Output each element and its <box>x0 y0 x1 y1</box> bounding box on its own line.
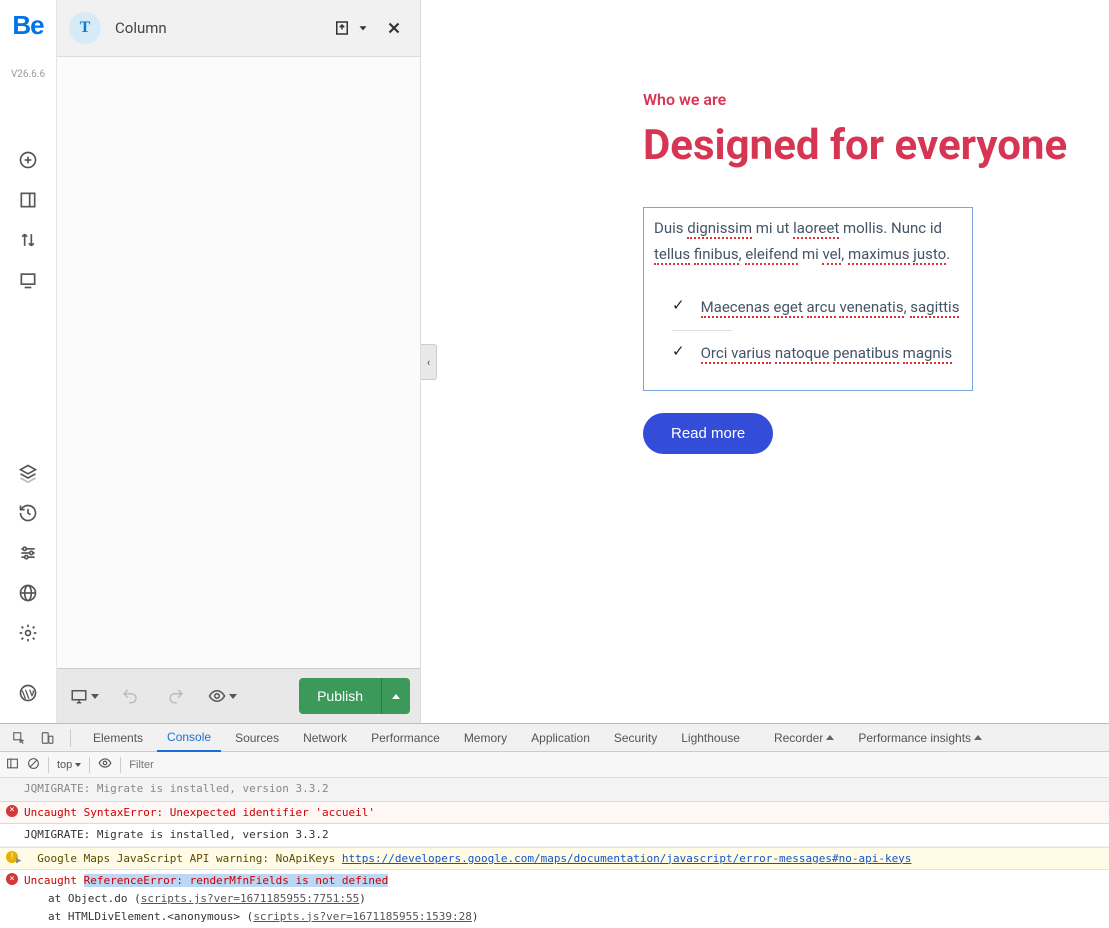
devtools-tab[interactable]: Lighthouse <box>671 725 750 751</box>
add-icon[interactable] <box>8 140 48 180</box>
inspect-icon[interactable] <box>8 731 30 745</box>
gear-icon[interactable] <box>8 613 48 653</box>
page-content: Who we are Designed for everyone Duis di… <box>421 0 1109 484</box>
console-row[interactable]: ×Uncaught ReferenceError: renderMfnField… <box>0 870 1109 928</box>
left-rail: Be V26.6.6 <box>0 0 57 723</box>
sidebar-panel: T Column Publish <box>57 0 421 723</box>
canvas: ‹ Who we are Designed for everyone Duis … <box>421 0 1109 723</box>
devtools-tabs: ElementsConsoleSourcesNetworkPerformance… <box>0 724 1109 752</box>
panel-body <box>57 57 420 668</box>
live-expression-icon[interactable] <box>98 756 112 773</box>
devtools-tab[interactable]: Security <box>604 725 667 751</box>
devtools-tab[interactable]: Recorder <box>764 725 844 751</box>
devtools: ElementsConsoleSourcesNetworkPerformance… <box>0 723 1109 928</box>
console-row[interactable]: JQMIGRATE: Migrate is installed, version… <box>0 778 1109 801</box>
console-row[interactable]: JQMIGRATE: Migrate is installed, version… <box>0 824 1109 847</box>
clear-console-icon[interactable] <box>27 757 40 773</box>
list-item: ✓Maecenas eget arcu venenatis, sagittis <box>672 285 962 330</box>
dropdown-icon[interactable] <box>356 14 370 42</box>
console-sidebar-icon[interactable] <box>6 757 19 773</box>
checklist[interactable]: ✓Maecenas eget arcu venenatis, sagittis✓… <box>672 285 962 376</box>
undo-icon[interactable] <box>113 679 147 713</box>
logo: Be <box>12 10 43 41</box>
history-icon[interactable] <box>8 493 48 533</box>
preview-icon[interactable] <box>205 679 239 713</box>
read-more-button[interactable]: Read more <box>643 413 773 454</box>
element-title: Column <box>115 19 167 37</box>
context-selector[interactable]: top <box>57 759 81 771</box>
publish-button[interactable]: Publish <box>299 678 381 714</box>
devtools-tab[interactable]: Console <box>157 724 221 752</box>
console-row[interactable]: !▶ Google Maps JavaScript API warning: N… <box>0 847 1109 871</box>
globe-icon[interactable] <box>8 573 48 613</box>
devtools-tab[interactable]: Performance insights <box>848 725 992 751</box>
settings-sliders-icon[interactable] <box>8 533 48 573</box>
layers-icon[interactable] <box>8 453 48 493</box>
filter-input[interactable] <box>129 759 1103 771</box>
wordpress-icon[interactable] <box>8 673 48 713</box>
check-icon: ✓ <box>672 295 685 320</box>
device-icon[interactable] <box>36 731 58 745</box>
list-item: ✓Orci varius natoque penatibus magnis <box>672 331 962 376</box>
panel-header: T Column <box>57 0 420 57</box>
devtools-tab[interactable]: Performance <box>361 725 450 751</box>
devtools-tab[interactable]: Application <box>521 725 600 751</box>
template-icon[interactable] <box>8 260 48 300</box>
swap-icon[interactable] <box>8 220 48 260</box>
subtitle: Who we are <box>643 90 1079 109</box>
collapse-panel-icon[interactable]: ‹ <box>421 344 437 380</box>
devtools-tab[interactable]: Elements <box>83 725 153 751</box>
devtools-tab[interactable]: Sources <box>225 725 289 751</box>
page-title: Designed for everyone <box>643 123 1079 169</box>
responsive-icon[interactable] <box>67 679 101 713</box>
console-log[interactable]: JQMIGRATE: Migrate is installed, version… <box>0 778 1109 928</box>
selected-column[interactable]: Duis dignissim mi ut laoreet mollis. Nun… <box>643 207 973 391</box>
element-type-icon: T <box>69 12 101 44</box>
panel-footer: Publish <box>57 668 420 723</box>
close-icon[interactable] <box>380 14 408 42</box>
console-row[interactable]: ×Uncaught SyntaxError: Unexpected identi… <box>0 801 1109 825</box>
devtools-tab[interactable]: Network <box>293 725 357 751</box>
section-icon[interactable] <box>8 180 48 220</box>
redo-icon[interactable] <box>159 679 193 713</box>
console-toolbar: top <box>0 752 1109 778</box>
publish-dropdown[interactable] <box>381 678 410 714</box>
export-icon[interactable] <box>328 14 356 42</box>
devtools-tab[interactable]: Memory <box>454 725 517 751</box>
paragraph[interactable]: Duis dignissim mi ut laoreet mollis. Nun… <box>654 216 962 267</box>
version-label: V26.6.6 <box>11 69 45 80</box>
check-icon: ✓ <box>672 341 685 366</box>
